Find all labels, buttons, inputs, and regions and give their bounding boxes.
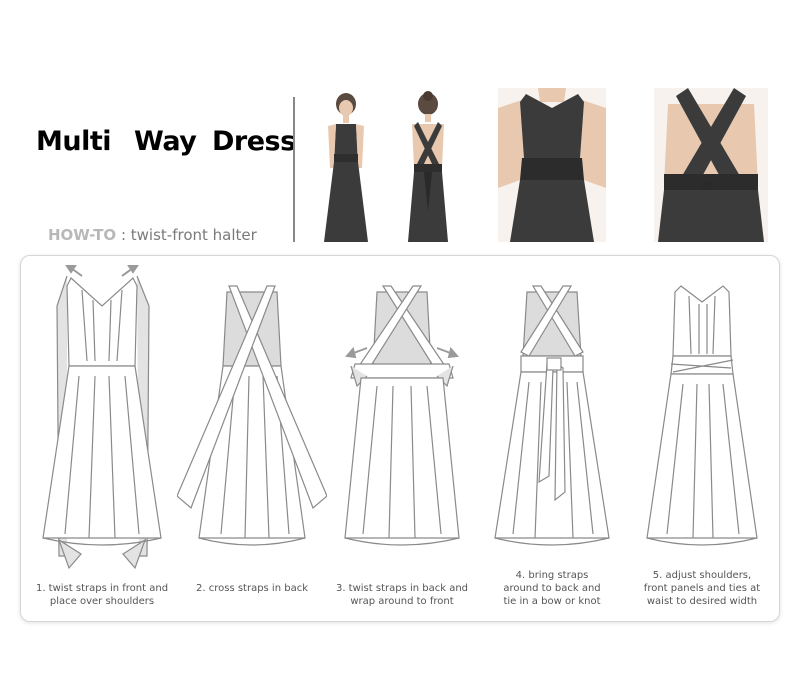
step-4-illustration: [494, 285, 610, 546]
title-word-dress: Dress: [212, 126, 296, 157]
back-detail-photo: [654, 88, 768, 242]
title-word-multi: Multi: [36, 126, 112, 157]
howto-separator: :: [116, 226, 131, 244]
step-3: 3. twist straps in back and wrap around …: [327, 256, 477, 621]
howto-label: HOW-TO: [48, 226, 117, 244]
step-2-illustration: [177, 285, 327, 546]
title-word-way: Way: [134, 126, 197, 157]
step-1-illustration: [42, 265, 162, 570]
model-front-photo: [324, 93, 368, 242]
step-3-illustration: [344, 285, 460, 546]
howto-subtitle: HOW-TO : twist-front halter: [48, 226, 257, 244]
step-1: 1. twist straps in front and place over …: [27, 256, 177, 621]
model-back-photo: [408, 91, 448, 242]
step-4: 4. bring straps around to back and tie i…: [477, 256, 627, 621]
step-5: 5. adjust shoulders, front panels and ti…: [627, 256, 777, 621]
front-detail-photo: [498, 88, 606, 242]
step-1-caption: 1. twist straps in front and place over …: [35, 583, 169, 607]
step-2-caption: 2. cross straps in back: [196, 583, 308, 594]
step-3-caption: 3. twist straps in back and wrap around …: [335, 583, 469, 607]
vertical-divider: [293, 97, 295, 242]
step-2: 2. cross straps in back: [177, 256, 327, 621]
howto-text: twist-front halter: [130, 226, 257, 244]
step-4-caption: 4. bring straps around to back and tie i…: [503, 570, 601, 607]
step-5-illustration: [646, 285, 758, 546]
instruction-panel: 1. twist straps in front and place over …: [20, 255, 780, 622]
step-5-caption: 5. adjust shoulders, front panels and ti…: [643, 570, 761, 607]
